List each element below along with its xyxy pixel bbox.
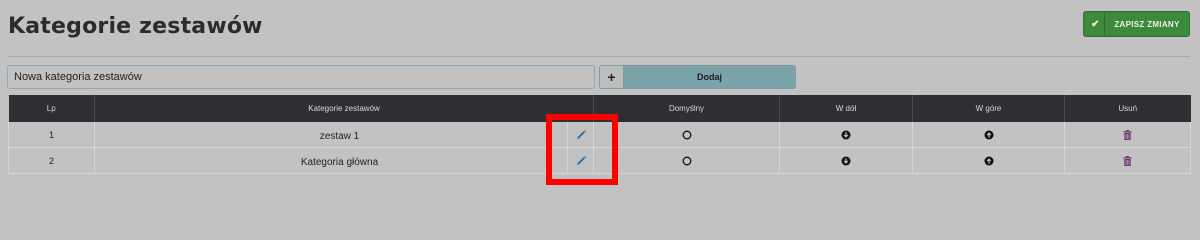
default-cell [593, 122, 780, 148]
row-number: 2 [8, 147, 95, 174]
delete-cell [1064, 122, 1191, 148]
arrow-up-circle-icon[interactable] [984, 156, 994, 166]
category-name: Kategoria główna [300, 157, 379, 168]
column-header-lp: Lp [8, 95, 95, 122]
default-cell [593, 147, 780, 174]
delete-cell [1064, 147, 1191, 174]
trash-icon[interactable] [1123, 129, 1132, 140]
column-header-categories: Kategorie zestawów [94, 95, 594, 122]
save-changes-label: ZAPISZ ZMIANY [1114, 19, 1180, 29]
column-header-move-down: W dół [779, 95, 913, 122]
radio-circle-icon[interactable] [682, 156, 692, 166]
column-header-delete: Usuń [1064, 95, 1191, 122]
new-category-input[interactable] [7, 65, 595, 89]
trash-icon[interactable] [1123, 155, 1132, 166]
table-header-row: Lp Kategorie zestawów Domyślny W dół W g… [8, 95, 1191, 122]
arrow-down-circle-icon[interactable] [841, 156, 851, 166]
move-down-cell [779, 147, 913, 174]
category-name-cell: Kategoria główna [94, 147, 594, 174]
table-row: 2 Kategoria główna [8, 147, 1191, 174]
add-category-group: + Dodaj [599, 65, 796, 89]
plus-icon[interactable]: + [600, 66, 624, 88]
arrow-up-circle-icon[interactable] [984, 130, 994, 140]
add-button[interactable]: Dodaj [624, 66, 795, 88]
edit-button[interactable] [567, 122, 593, 147]
category-name-cell: zestaw 1 [94, 122, 594, 148]
page: Kategorie zestawów ✔ ZAPISZ ZMIANY + Dod… [0, 0, 1200, 240]
table-row: 1 zestaw 1 [8, 122, 1191, 148]
column-header-default: Domyślny [593, 95, 780, 122]
pencil-icon[interactable] [575, 155, 587, 167]
arrow-down-circle-icon[interactable] [841, 130, 851, 140]
radio-circle-icon[interactable] [682, 130, 692, 140]
move-up-cell [912, 147, 1065, 174]
save-changes-button[interactable]: ✔ ZAPISZ ZMIANY [1083, 11, 1190, 37]
move-up-cell [912, 122, 1065, 148]
category-name: zestaw 1 [319, 131, 360, 142]
header-divider [8, 56, 1190, 57]
edit-button[interactable] [567, 148, 593, 173]
page-title: Kategorie zestawów [8, 14, 263, 39]
check-icon: ✔ [1087, 12, 1105, 36]
pencil-icon[interactable] [575, 129, 587, 141]
column-header-move-up: W góre [912, 95, 1065, 122]
row-number: 1 [8, 122, 95, 148]
categories-table: Lp Kategorie zestawów Domyślny W dół W g… [8, 95, 1191, 174]
move-down-cell [779, 122, 913, 148]
